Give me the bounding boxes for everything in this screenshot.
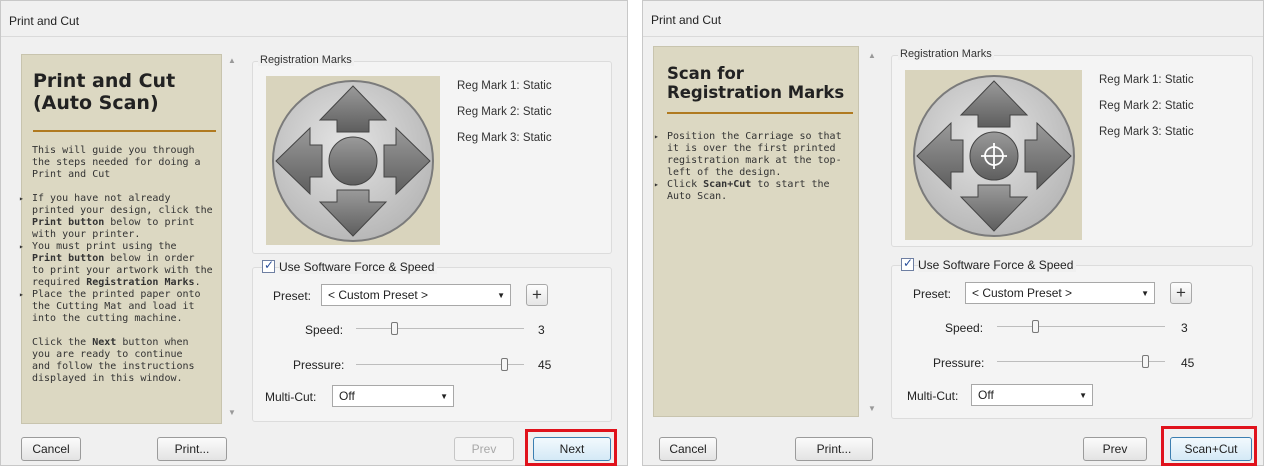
preset-dropdown[interactable]: < Custom Preset > ▼ <box>965 282 1155 304</box>
speed-slider[interactable] <box>356 320 524 336</box>
add-preset-button[interactable]: + <box>526 284 548 306</box>
registration-marks-label: Registration Marks <box>258 54 354 66</box>
print-button[interactable]: Print... <box>157 437 227 461</box>
pressure-value: 45 <box>538 358 552 372</box>
chevron-down-icon: ▼ <box>440 392 448 401</box>
use-software-force-label: Use Software Force & Speed <box>918 258 1077 272</box>
multi-cut-label: Multi-Cut: <box>265 390 317 404</box>
instructions-scrollbar[interactable]: ▲ ▼ <box>225 54 241 424</box>
cancel-button[interactable]: Cancel <box>659 437 717 461</box>
panel-heading: Print and Cut (Auto Scan) <box>33 70 176 114</box>
crosshair-icon <box>969 131 1019 181</box>
center-button <box>328 136 378 186</box>
window-title: Print and Cut <box>643 1 1263 37</box>
direction-pad[interactable] <box>905 70 1082 240</box>
print-and-cut-dialog-left: Print and Cut Print and Cut (Auto Scan) … <box>0 0 628 466</box>
direction-pad-background <box>266 76 440 245</box>
use-software-force-label: Use Software Force & Speed <box>279 260 438 274</box>
instructions-panel: Print and Cut (Auto Scan) This will guid… <box>19 54 222 424</box>
print-and-cut-dialog-right: Print and Cut Scan for Registration Mark… <box>642 0 1264 466</box>
cancel-button[interactable]: Cancel <box>21 437 81 461</box>
pressure-slider-thumb[interactable] <box>501 358 508 371</box>
direction-pad[interactable] <box>266 76 440 245</box>
speed-label: Speed: <box>305 323 344 337</box>
reg-mark-3-status: Reg Mark 3: Static <box>457 132 552 144</box>
multi-cut-dropdown[interactable]: Off ▼ <box>332 385 454 407</box>
instructions-text: Position the Carriage so that it is over… <box>654 131 857 203</box>
heading-divider <box>33 130 216 132</box>
speed-slider-thumb[interactable] <box>391 322 398 335</box>
chevron-down-icon: ▼ <box>497 291 505 300</box>
scroll-up-arrow-icon[interactable]: ▲ <box>868 51 876 60</box>
prev-button[interactable]: Prev <box>454 437 514 461</box>
use-software-force-checkbox[interactable]: ✓ <box>262 258 275 273</box>
pressure-label: Pressure: <box>933 356 985 370</box>
panel-heading: Scan for Registration Marks <box>667 64 845 102</box>
scroll-down-arrow-icon[interactable]: ▼ <box>868 404 876 413</box>
window-title: Print and Cut <box>1 1 627 37</box>
reg-mark-3-status: Reg Mark 3: Static <box>1099 126 1194 138</box>
reg-mark-2-status: Reg Mark 2: Static <box>1099 100 1194 112</box>
scan-cut-button-highlight <box>1161 426 1257 466</box>
reg-mark-2-status: Reg Mark 2: Static <box>457 106 552 118</box>
speed-value: 3 <box>538 323 545 337</box>
speed-label: Speed: <box>945 321 984 335</box>
print-button[interactable]: Print... <box>795 437 873 461</box>
speed-slider[interactable] <box>997 318 1165 334</box>
prev-button[interactable]: Prev <box>1083 437 1147 461</box>
speed-slider-thumb[interactable] <box>1032 320 1039 333</box>
preset-label: Preset: <box>913 287 952 301</box>
next-button-highlight <box>525 429 617 466</box>
pressure-slider[interactable] <box>997 353 1165 369</box>
reg-mark-1-status: Reg Mark 1: Static <box>1099 74 1194 86</box>
chevron-down-icon: ▼ <box>1141 289 1149 298</box>
use-software-force-checkbox[interactable]: ✓ <box>901 256 914 271</box>
scroll-up-arrow-icon[interactable]: ▲ <box>228 56 236 65</box>
heading-divider <box>667 112 853 114</box>
reg-mark-1-status: Reg Mark 1: Static <box>457 80 552 92</box>
pressure-value: 45 <box>1181 356 1195 370</box>
speed-value: 3 <box>1181 321 1188 335</box>
instructions-text: This will guide you through the steps ne… <box>19 145 220 385</box>
instructions-panel: Scan for Registration Marks Position the… <box>653 46 859 417</box>
registration-marks-label: Registration Marks <box>898 48 994 60</box>
multi-cut-label: Multi-Cut: <box>907 389 959 403</box>
chevron-down-icon: ▼ <box>1079 391 1087 400</box>
pressure-slider[interactable] <box>356 356 524 372</box>
preset-dropdown[interactable]: < Custom Preset > ▼ <box>321 284 511 306</box>
instructions-scrollbar[interactable]: ▲ ▼ <box>865 46 881 417</box>
scroll-down-arrow-icon[interactable]: ▼ <box>228 408 236 417</box>
add-preset-button[interactable]: + <box>1170 282 1192 304</box>
preset-label: Preset: <box>273 289 312 303</box>
direction-pad-background <box>905 70 1082 240</box>
pressure-slider-thumb[interactable] <box>1142 355 1149 368</box>
multi-cut-dropdown[interactable]: Off ▼ <box>971 384 1093 406</box>
pressure-label: Pressure: <box>293 358 345 372</box>
